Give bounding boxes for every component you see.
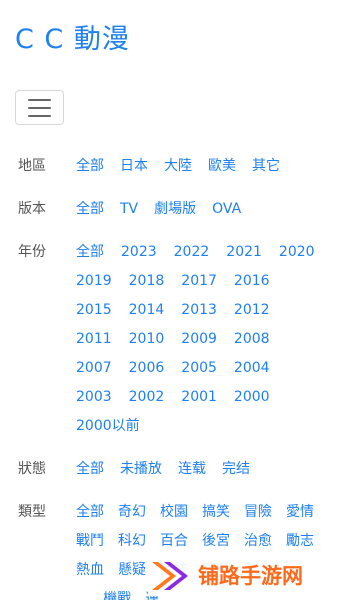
filter-option-year[interactable]: 2019 [76,267,112,296]
filter-panel: 地區 全部 日本 大陸 歐美 其它 版本 全部 TV 劇場版 OVA 年份 全部 2023 202… [0,152,338,600]
filter-option-region[interactable]: 歐美 [208,152,236,181]
filter-option-year[interactable]: 2008 [234,325,270,354]
filter-option-year[interactable]: 2011 [76,325,112,354]
filter-label-version: 版本 [18,201,46,217]
filter-option-year[interactable]: 2003 [76,383,112,412]
filter-option-region[interactable]: 日本 [120,152,148,181]
filter-option-version[interactable]: 全部 [76,195,104,224]
filter-option-year[interactable]: 2023 [121,238,157,267]
filter-label-year: 年份 [18,244,46,260]
filter-option-year[interactable]: 2016 [234,267,270,296]
filter-option-type[interactable]: 奇幻 [118,498,146,527]
filter-option-year[interactable]: 2004 [234,354,270,383]
filter-option-type[interactable]: 搞笑 [202,498,230,527]
watermark: 铺路手游网 [148,556,338,596]
filter-options-year: 全部 2023 2022 2021 2020 2019 2018 2017 2016 2015 20… [76,238,338,441]
filter-option-type[interactable]: 校園 [160,498,188,527]
filter-option-year[interactable]: 2020 [279,238,315,267]
filter-option-type[interactable]: 全部 [76,498,104,527]
filter-options-status: 全部 未播放 连载 完结 [76,455,338,484]
menu-icon-line-middle [28,107,51,109]
filter-option-region[interactable]: 大陸 [164,152,192,181]
filter-option-year[interactable]: 2006 [129,354,165,383]
filter-label-status: 狀態 [18,461,46,477]
filter-option-status[interactable]: 完结 [222,455,250,484]
filter-label-region: 地區 [18,158,46,174]
filter-option-year[interactable]: 2021 [226,238,262,267]
filter-option-year[interactable]: 2017 [181,267,217,296]
filter-option-year[interactable]: 2007 [76,354,112,383]
filter-option-region[interactable]: 其它 [252,152,280,181]
filter-option-year[interactable]: 2005 [181,354,217,383]
menu-icon-line-bottom [28,115,51,117]
filter-option-status[interactable]: 未播放 [120,455,162,484]
filter-option-region[interactable]: 全部 [76,152,104,181]
filter-option-type[interactable]: 愛情 [286,498,314,527]
site-brand[interactable]: C C 動漫 [15,22,130,58]
filter-option-year[interactable]: 2001 [181,383,217,412]
filter-option-type[interactable]: 懸疑 [118,556,146,585]
navbar-toggle-button[interactable] [15,90,64,125]
filter-option-year[interactable]: 2014 [129,296,165,325]
filter-option-version[interactable]: TV [120,195,138,224]
filter-option-year[interactable]: 2018 [129,267,165,296]
filter-option-type[interactable]: 後宮 [202,527,230,556]
filter-option-type[interactable]: 冒險 [244,498,272,527]
filter-row-region: 地區 全部 日本 大陸 歐美 其它 [0,152,338,181]
filter-option-year[interactable]: 2012 [234,296,270,325]
filter-option-status[interactable]: 全部 [76,455,104,484]
filter-option-year[interactable]: 2000 [234,383,270,412]
filter-option-year[interactable]: 2022 [174,238,210,267]
filter-option-type[interactable]: 勵志 [286,527,314,556]
filter-row-status: 狀態 全部 未播放 连载 完结 [0,455,338,484]
filter-option-year[interactable]: 2000以前 [76,412,140,441]
filter-row-version: 版本 全部 TV 劇場版 OVA [0,195,338,224]
filter-option-status[interactable]: 连载 [178,455,206,484]
filter-option-type[interactable]: 機戰 [103,585,131,600]
menu-icon-line-top [28,99,51,101]
filter-option-version[interactable]: 劇場版 [154,195,196,224]
filter-row-year: 年份 全部 2023 2022 2021 2020 2019 2018 2017 2016 201… [0,238,338,441]
filter-option-year[interactable]: 2009 [181,325,217,354]
filter-option-year[interactable]: 2002 [129,383,165,412]
page: C C 動漫 地區 全部 日本 大陸 歐美 其它 版本 全部 TV 劇場版 OVA 年份 全部… [0,0,338,600]
filter-option-type[interactable]: 熱血 [76,556,104,585]
watermark-logo-icon [152,562,188,590]
filter-options-version: 全部 TV 劇場版 OVA [76,195,338,224]
filter-option-year[interactable]: 2010 [129,325,165,354]
filter-option-type[interactable]: 戰鬥 [76,527,104,556]
filter-option-type[interactable]: 科幻 [118,527,146,556]
filter-option-year[interactable]: 2015 [76,296,112,325]
filter-option-version[interactable]: OVA [212,195,241,224]
filter-option-year[interactable]: 2013 [181,296,217,325]
filter-options-region: 全部 日本 大陸 歐美 其它 [76,152,338,181]
filter-label-type: 類型 [18,504,46,520]
filter-option-type[interactable]: 治愈 [244,527,272,556]
filter-option-type[interactable]: 百合 [160,527,188,556]
watermark-text: 铺路手游网 [198,564,303,588]
filter-option-year[interactable]: 全部 [76,238,104,267]
